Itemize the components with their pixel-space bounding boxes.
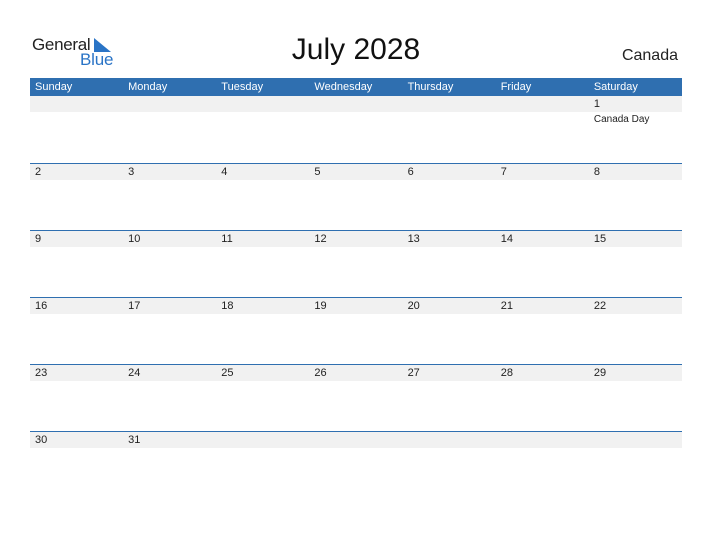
day-number: 5 [314, 166, 321, 178]
week-rows: 1 Canada Day 2 3 4 5 6 7 8 9 10 11 12 13 14 15 16 17 18 19 2… [30, 96, 682, 498]
day-cell: 13 [403, 231, 496, 297]
day-number: 1 [593, 98, 600, 110]
day-cell: 22 [589, 298, 682, 364]
day-cell: 31 [123, 432, 216, 498]
day-cell: 23 [30, 365, 123, 431]
weekday-wednesday: Wednesday [314, 81, 373, 93]
week-cells: 23 24 25 26 27 28 29 [30, 365, 682, 431]
day-cell [403, 96, 496, 163]
day-number: 30 [35, 434, 48, 446]
week-cells: 2 3 4 5 6 7 8 [30, 164, 682, 230]
day-number: 13 [407, 233, 420, 245]
day-number: 27 [407, 367, 420, 379]
day-cell [30, 96, 123, 163]
day-number: 11 [221, 233, 233, 245]
day-number: 16 [35, 300, 48, 312]
page-title: July 2028 [291, 33, 421, 66]
day-cell: 8 [589, 164, 682, 230]
day-cell: 2 [30, 164, 123, 230]
weekday-header: Sunday Monday Tuesday Wednesday Thursday… [30, 78, 682, 96]
day-cell: 16 [30, 298, 123, 364]
week-row: 2 3 4 5 6 7 8 [30, 163, 682, 230]
day-number: 9 [35, 233, 42, 245]
weekday-friday: Friday [500, 81, 532, 93]
day-cell: 3 [123, 164, 216, 230]
weekday-sunday: Sunday [35, 81, 73, 93]
day-cell: 30 [30, 432, 123, 498]
day-number: 26 [314, 367, 327, 379]
month-calendar: Sunday Monday Tuesday Wednesday Thursday… [30, 78, 682, 498]
day-number: 23 [35, 367, 48, 379]
day-number: 25 [221, 367, 234, 379]
day-number: 7 [500, 166, 507, 178]
weekday-thursday: Thursday [407, 81, 454, 93]
day-number: 22 [593, 300, 607, 312]
week-cells: 9 10 11 12 13 14 15 [30, 231, 682, 297]
day-number: 19 [314, 300, 327, 312]
day-number: 20 [407, 300, 420, 312]
day-cell [403, 432, 496, 498]
week-row: 1 Canada Day [30, 96, 682, 163]
day-number: 12 [314, 233, 327, 245]
day-cell: 6 [403, 164, 496, 230]
day-cell: 21 [496, 298, 589, 364]
day-cell: 26 [309, 365, 402, 431]
day-cell: 1 Canada Day [589, 96, 682, 163]
day-cell: 5 [309, 164, 402, 230]
day-number: 2 [35, 166, 42, 178]
day-cell [589, 432, 682, 498]
week-cells: 16 17 18 19 20 21 22 [30, 298, 682, 364]
day-cell: 18 [216, 298, 309, 364]
day-number: 3 [128, 166, 135, 178]
day-number: 8 [593, 166, 600, 178]
day-cell: 10 [123, 231, 216, 297]
day-cell: 28 [496, 365, 589, 431]
day-cell: 11 [216, 231, 309, 297]
day-cell: 24 [123, 365, 216, 431]
day-number: 17 [128, 300, 141, 312]
week-row: 16 17 18 19 20 21 22 [30, 297, 682, 364]
day-cell: 20 [403, 298, 496, 364]
day-cell: 29 [589, 365, 682, 431]
day-cell: 14 [496, 231, 589, 297]
day-number: 28 [500, 367, 513, 379]
country-label: Canada [621, 47, 678, 64]
day-number: 10 [128, 233, 141, 245]
day-cell [496, 96, 589, 163]
week-row: 9 10 11 12 13 14 15 [30, 230, 682, 297]
day-cell: 19 [309, 298, 402, 364]
day-number: 21 [500, 300, 513, 312]
weekday-monday: Monday [128, 81, 168, 93]
day-cell [216, 432, 309, 498]
day-cell [216, 96, 309, 163]
day-cell: 17 [123, 298, 216, 364]
day-cell [496, 432, 589, 498]
week-row: 23 24 25 26 27 28 29 [30, 364, 682, 431]
day-cell: 15 [589, 231, 682, 297]
day-cell: 12 [309, 231, 402, 297]
day-cell: 27 [403, 365, 496, 431]
day-number: 15 [593, 233, 607, 245]
day-cell: 4 [216, 164, 309, 230]
day-number: 24 [128, 367, 141, 379]
day-cell: 7 [496, 164, 589, 230]
weekday-saturday: Saturday [593, 81, 638, 93]
holiday-label: Canada Day [593, 114, 650, 125]
day-number: 6 [407, 166, 414, 178]
day-cell: 25 [216, 365, 309, 431]
week-cells: 1 Canada Day [30, 96, 682, 163]
day-cell [309, 96, 402, 163]
day-cell: 9 [30, 231, 123, 297]
day-cell [309, 432, 402, 498]
weekday-tuesday: Tuesday [221, 81, 264, 93]
day-number: 14 [500, 233, 513, 245]
day-number: 29 [593, 367, 607, 379]
day-cell [123, 96, 216, 163]
week-row: 30 31 [30, 431, 682, 498]
week-cells: 30 31 [30, 432, 682, 498]
day-number: 4 [221, 166, 228, 178]
day-number: 31 [128, 434, 141, 446]
day-number: 18 [221, 300, 234, 312]
